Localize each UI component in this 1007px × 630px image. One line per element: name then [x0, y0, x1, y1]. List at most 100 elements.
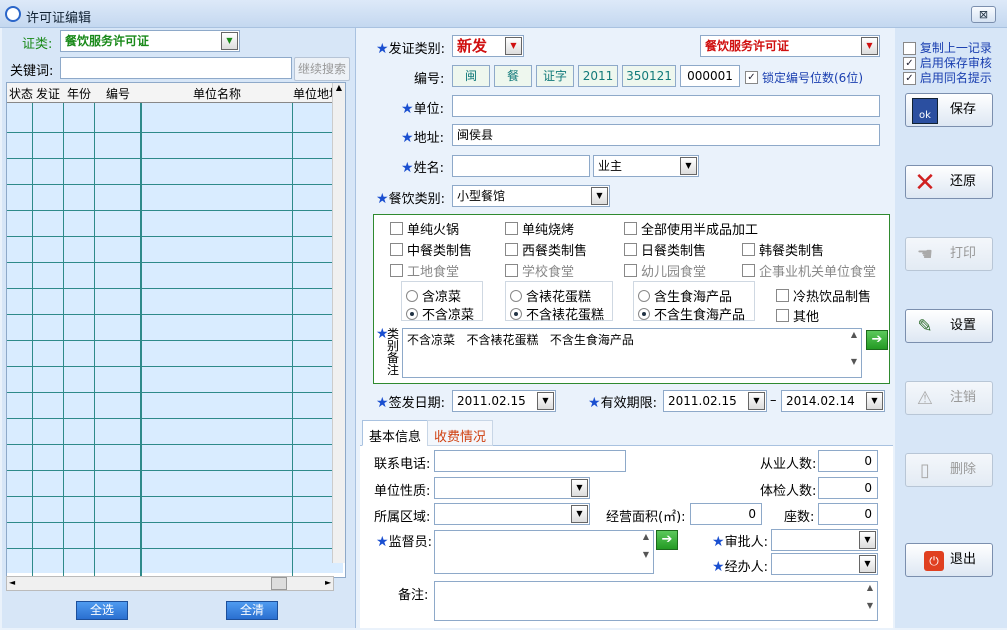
remark-textarea[interactable]: 不含凉菜 不含裱花蛋糕 不含生食海产品 — [402, 328, 862, 378]
chk-chinese[interactable]: 中餐类制售 — [390, 240, 472, 259]
issue-type-select[interactable]: 新发 ▼ — [452, 35, 524, 57]
print-button[interactable]: ☚ 打印 — [905, 237, 993, 271]
chevron-down-icon[interactable]: ▼ — [221, 32, 238, 50]
col-issue[interactable]: 发证 — [36, 85, 60, 102]
chevron-down-icon[interactable]: ▼ — [866, 392, 883, 410]
radio-no-seafood[interactable]: 不含生食海产品 — [638, 304, 745, 323]
continue-search-button[interactable]: 继续搜索 — [294, 57, 350, 81]
issue-date-input[interactable]: 2011.02.15 ▼ — [452, 390, 556, 412]
radio-with-cake[interactable]: 含裱花蛋糕 — [510, 286, 591, 305]
scroll-left-icon[interactable]: ◄ — [9, 578, 15, 587]
number-year[interactable]: 2011 — [578, 65, 618, 87]
exit-button[interactable]: ⏻ 退出 — [905, 543, 993, 577]
radio-with-cold[interactable]: 含凉菜 — [406, 286, 461, 305]
radio-with-seafood[interactable]: 含生食海产品 — [638, 286, 732, 305]
remark-scrollbar[interactable]: ▲ ▼ — [848, 330, 860, 376]
wrench-icon: ✎ — [917, 316, 933, 337]
area-input[interactable]: 0 — [690, 503, 762, 525]
handler-select[interactable]: ▼ — [771, 553, 878, 575]
valid-separator: – — [770, 393, 777, 408]
staff-input[interactable]: 0 — [818, 450, 878, 472]
exit-label: 退出 — [949, 552, 976, 567]
chevron-down-icon[interactable]: ▼ — [571, 479, 588, 497]
chk-hotpot[interactable]: 单纯火锅 — [390, 219, 459, 238]
phone-input[interactable] — [434, 450, 626, 472]
chk-school-canteen[interactable]: 学校食堂 — [505, 261, 574, 280]
vertical-scrollbar[interactable]: ▲ — [332, 83, 345, 563]
chk-semi-finished[interactable]: 全部使用半成品加工 — [624, 219, 758, 238]
keyword-input[interactable] — [60, 57, 292, 79]
lock-digits-checkbox[interactable]: ✓ 锁定编号位数(6位) — [745, 69, 863, 86]
chk-institution[interactable]: 企事业机关单位食堂 — [742, 261, 876, 280]
record-table[interactable]: 状态 发证 年份 编号 单位名称 单位地址 ▲ — [6, 82, 346, 578]
chevron-down-icon[interactable]: ▼ — [571, 505, 588, 523]
col-number[interactable]: 编号 — [106, 85, 130, 102]
tab-basic-info[interactable]: 基本信息 — [362, 420, 429, 446]
chk-site-canteen[interactable]: 工地食堂 — [390, 261, 459, 280]
radio-no-cake[interactable]: 不含裱花蛋糕 — [510, 304, 604, 323]
chk-bbq[interactable]: 单纯烧烤 — [505, 219, 574, 238]
number-word[interactable]: 证字 — [536, 65, 574, 87]
nature-select[interactable]: ▼ — [434, 477, 590, 499]
note-textarea[interactable] — [434, 581, 878, 621]
seats-input[interactable]: 0 — [818, 503, 878, 525]
close-button[interactable]: ⊠ — [971, 6, 996, 23]
food-type-select[interactable]: 小型餐馆 ▼ — [452, 185, 610, 207]
chevron-down-icon[interactable]: ▼ — [505, 37, 522, 55]
chk-japanese[interactable]: 日餐类制售 — [624, 240, 706, 259]
clear-all-button[interactable]: 全清 — [226, 601, 278, 620]
name-input[interactable] — [452, 155, 590, 177]
col-year[interactable]: 年份 — [67, 85, 91, 102]
restore-button[interactable]: ✕ 还原 — [905, 165, 993, 199]
note-label: 备注: — [398, 588, 429, 603]
number-region[interactable]: 350121 — [622, 65, 676, 87]
chevron-down-icon[interactable]: ▼ — [859, 555, 876, 573]
chevron-down-icon[interactable]: ▼ — [748, 392, 765, 410]
radio-no-cold[interactable]: 不含凉菜 — [406, 304, 474, 323]
chevron-down-icon[interactable]: ▼ — [861, 37, 878, 55]
opt-same-name-checkbox[interactable]: ✓ 启用同名提示 — [903, 69, 992, 86]
number-serial[interactable]: 000001 — [680, 65, 740, 87]
tab-fees[interactable]: 收费情况 — [427, 420, 494, 446]
horizontal-scrollbar[interactable]: ◄ ► — [6, 576, 334, 591]
number-category[interactable]: 餐 — [494, 65, 532, 87]
region-select[interactable]: ▼ — [434, 503, 590, 525]
supervisor-scrollbar[interactable]: ▲ ▼ — [640, 532, 652, 572]
chk-korean[interactable]: 韩餐类制售 — [742, 240, 824, 259]
valid-from-input[interactable]: 2011.02.15 ▼ — [663, 390, 767, 412]
chk-kindergarten[interactable]: 幼儿园食堂 — [624, 261, 706, 280]
chk-western[interactable]: 西餐类制售 — [505, 240, 587, 259]
checked-input[interactable]: 0 — [818, 477, 878, 499]
delete-button[interactable]: ▯ 删除 — [905, 453, 993, 487]
role-select[interactable]: 业主 ▼ — [593, 155, 699, 177]
issue-date-value: 2011.02.15 — [457, 394, 526, 408]
remark-label: ★ 类别备注 — [376, 326, 400, 377]
address-input[interactable]: 闽侯县 — [452, 124, 880, 146]
col-unit-name[interactable]: 单位名称 — [193, 85, 241, 102]
col-status[interactable]: 状态 — [9, 85, 33, 102]
supervisor-textarea[interactable] — [434, 530, 654, 574]
apply-arrow-button[interactable]: ➔ — [866, 330, 888, 350]
chevron-down-icon[interactable]: ▼ — [591, 187, 608, 205]
scroll-right-icon[interactable]: ► — [325, 578, 331, 587]
chk-drinks[interactable]: 冷热饮品制售 — [776, 286, 871, 305]
supervisor-arrow-button[interactable]: ➔ — [656, 530, 678, 550]
approver-select[interactable]: ▼ — [771, 529, 878, 551]
chevron-down-icon[interactable]: ▼ — [680, 157, 697, 175]
chevron-down-icon[interactable]: ▼ — [537, 392, 554, 410]
nature-label: 单位性质: — [374, 484, 431, 499]
number-province[interactable]: 闽 — [452, 65, 490, 87]
scroll-thumb[interactable] — [271, 577, 287, 590]
valid-to-input[interactable]: 2014.02.14 ▼ — [781, 390, 885, 412]
cert-type-select[interactable]: 餐饮服务许可证 ▼ — [60, 30, 240, 52]
unit-input[interactable] — [452, 95, 880, 117]
table-body[interactable] — [7, 103, 343, 577]
note-scrollbar[interactable]: ▲ ▼ — [864, 583, 876, 619]
select-all-button[interactable]: 全选 — [76, 601, 128, 620]
chevron-down-icon[interactable]: ▼ — [859, 531, 876, 549]
cancel-license-button[interactable]: ⚠ 注销 — [905, 381, 993, 415]
settings-button[interactable]: ✎ 设置 — [905, 309, 993, 343]
license-type-select[interactable]: 餐饮服务许可证 ▼ — [700, 35, 880, 57]
chk-other[interactable]: 其他 — [776, 306, 819, 325]
save-button[interactable]: ok 保存 — [905, 93, 993, 127]
